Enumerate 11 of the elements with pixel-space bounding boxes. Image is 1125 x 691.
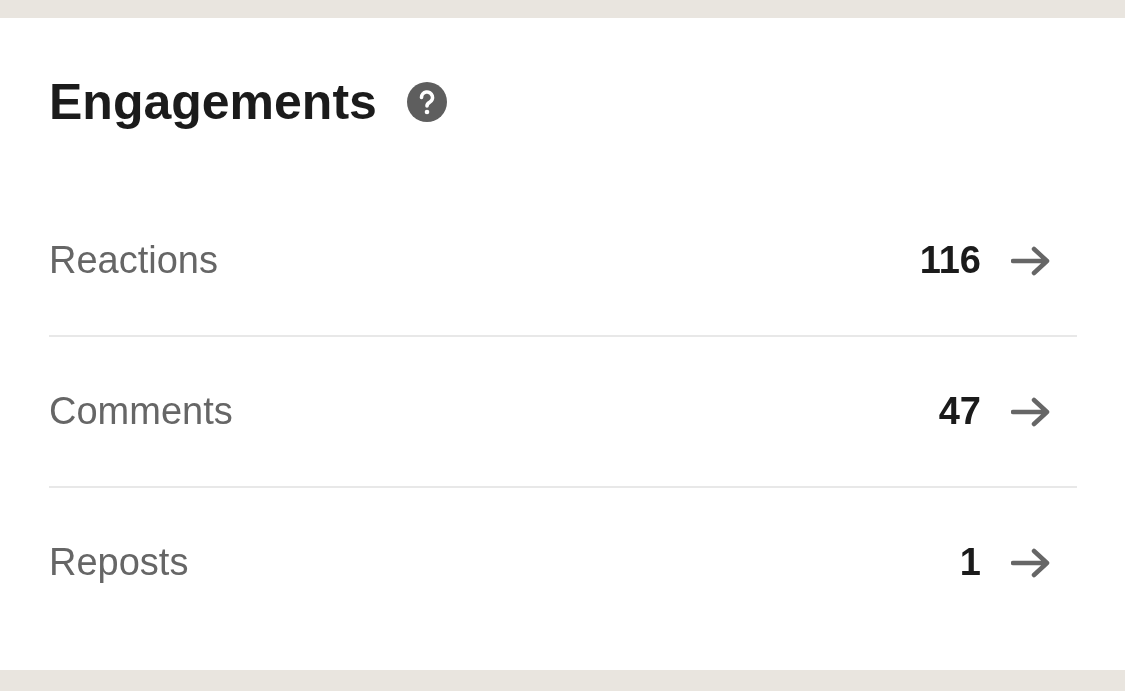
- section-title: Engagements: [49, 73, 377, 131]
- arrow-icon[interactable]: [1011, 396, 1051, 427]
- help-icon[interactable]: [406, 82, 447, 122]
- metric-label: Reposts: [49, 541, 190, 584]
- metric-label: Reactions: [49, 239, 219, 282]
- arrow-icon[interactable]: [1011, 547, 1051, 578]
- metric-label: Comments: [49, 390, 234, 433]
- metric-count[interactable]: 1: [959, 541, 981, 584]
- metric-count[interactable]: 116: [919, 239, 981, 282]
- metric-count[interactable]: 47: [938, 390, 981, 433]
- arrow-icon[interactable]: [1011, 245, 1051, 276]
